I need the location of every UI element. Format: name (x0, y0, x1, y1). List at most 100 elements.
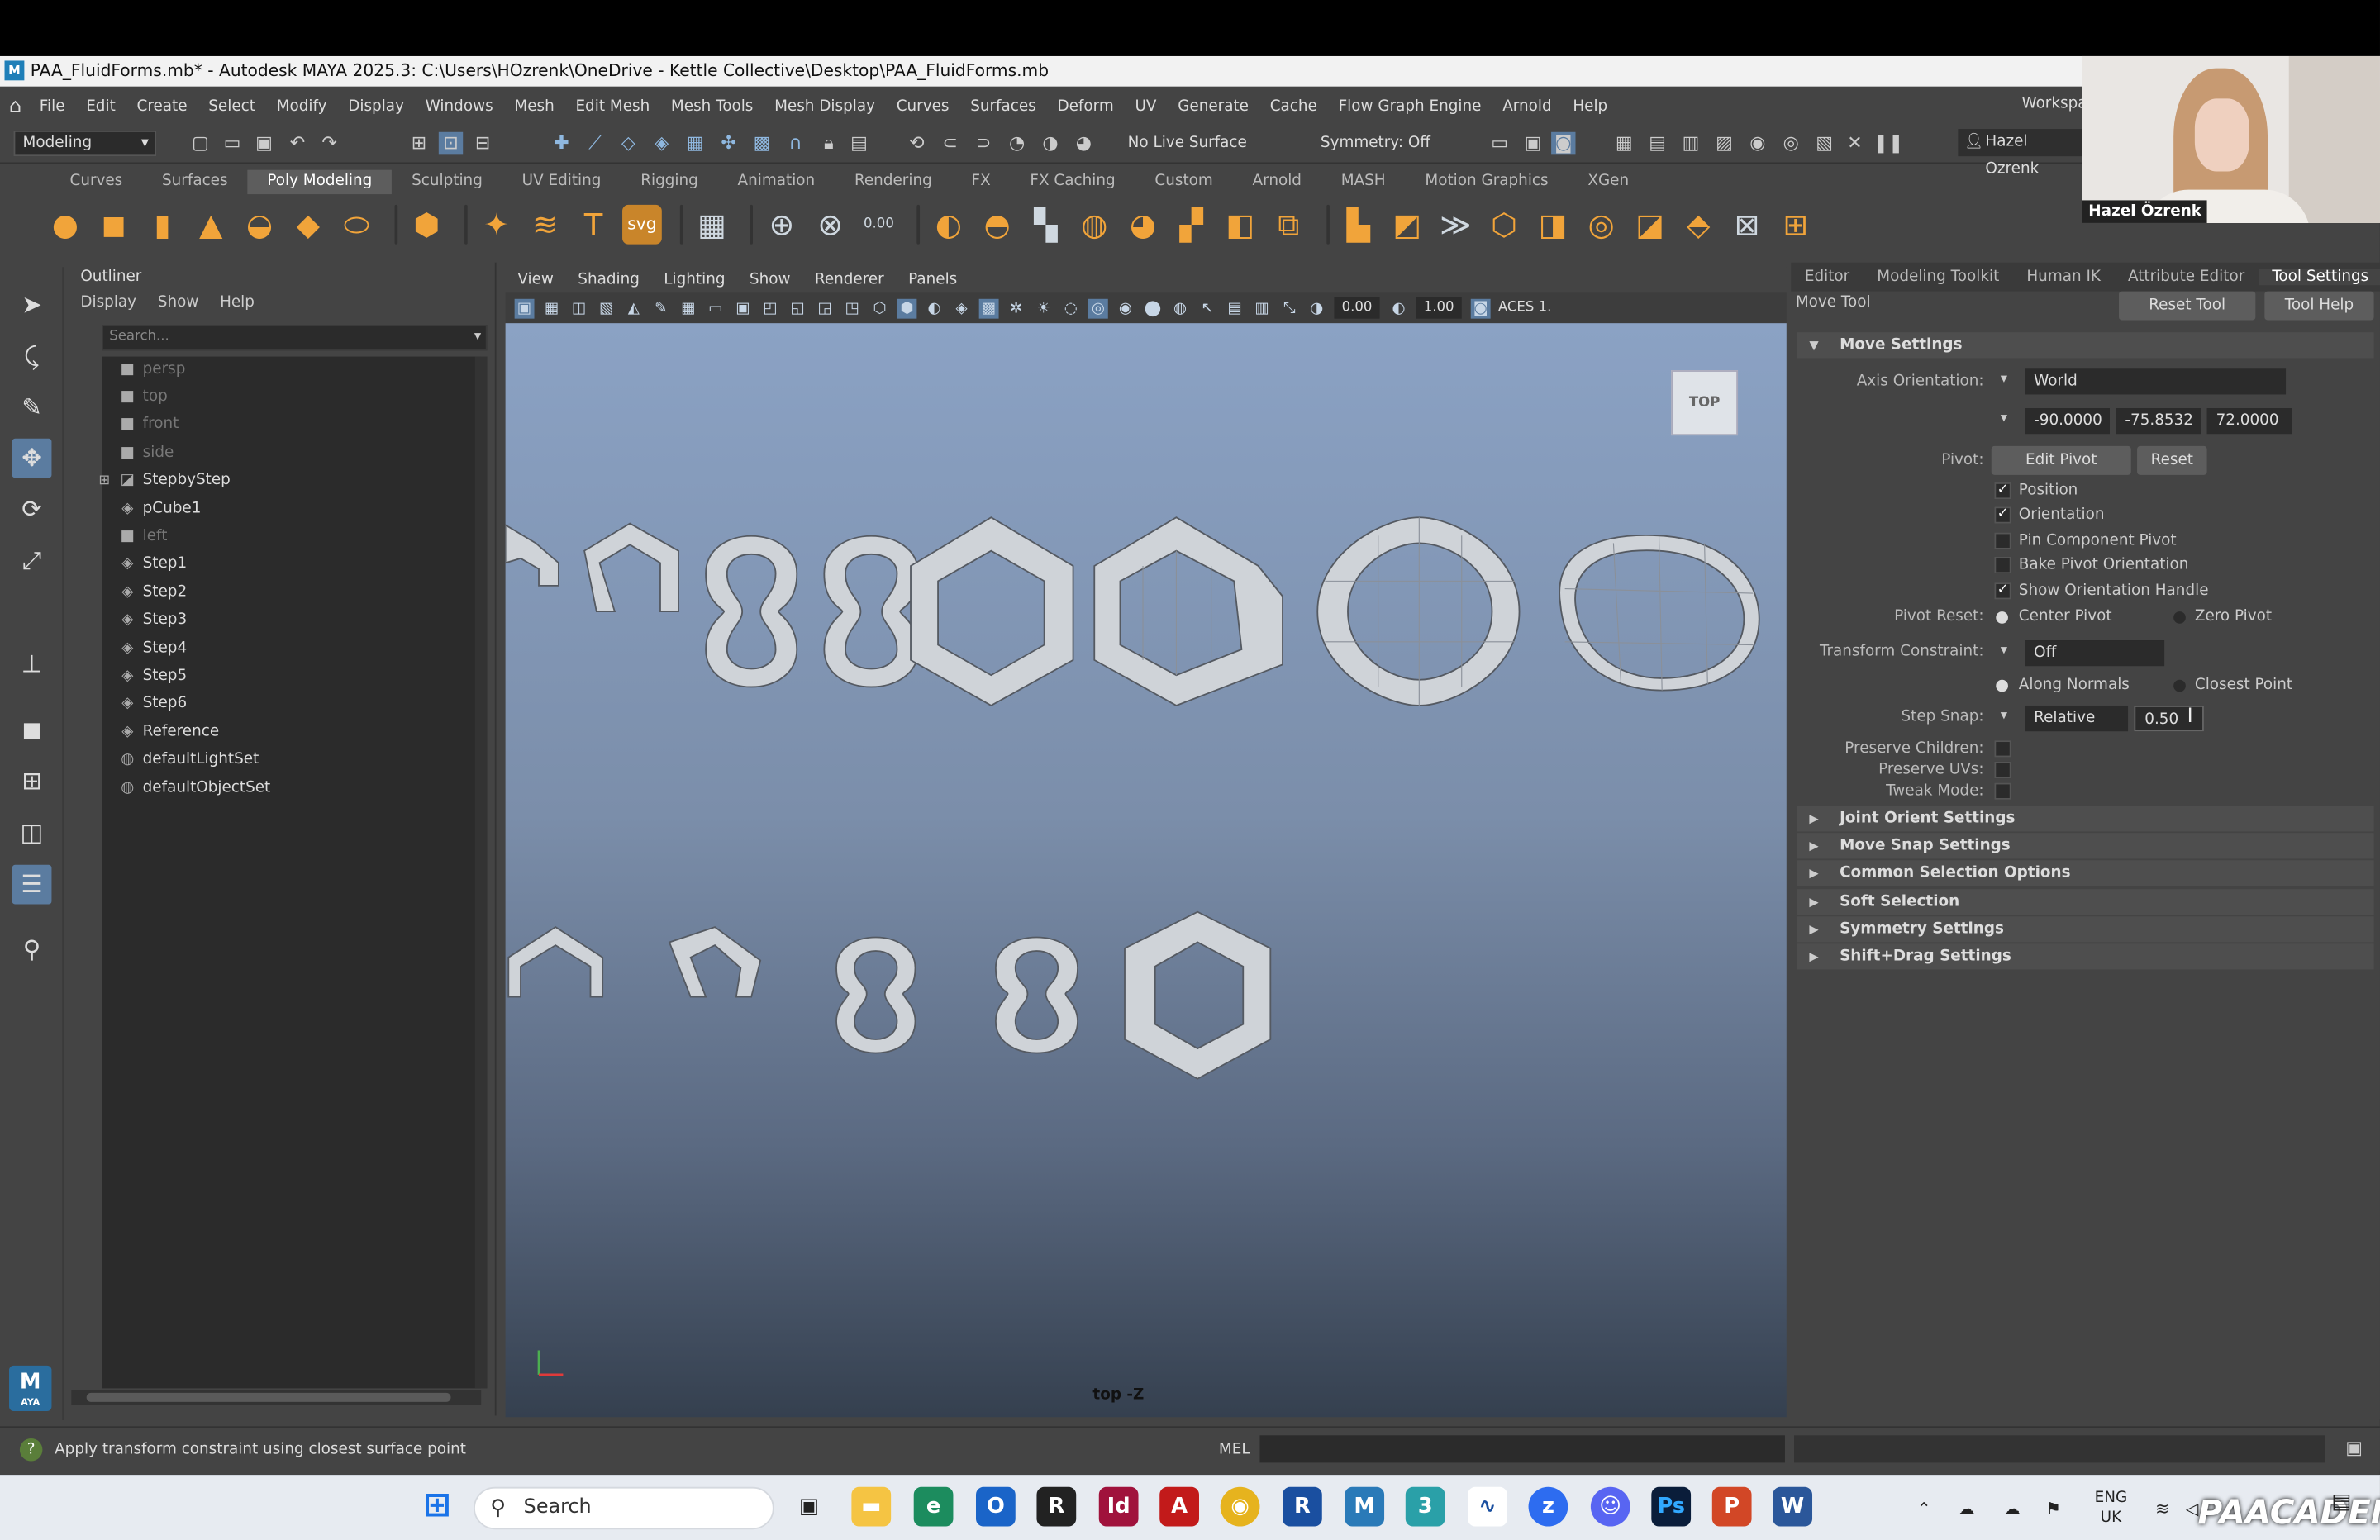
snap-surface-icon[interactable]: ▦ (683, 132, 707, 155)
menu-file[interactable]: File (40, 97, 65, 114)
command-input[interactable] (1259, 1435, 1785, 1463)
chevron-down-icon[interactable]: ▾ (2001, 411, 2007, 426)
arnold-view-icon[interactable]: ▨ (1712, 132, 1736, 155)
open-scene-icon[interactable]: ▭ (220, 132, 244, 155)
gamma-toggle-icon[interactable]: ◐ (1389, 298, 1409, 318)
textured-icon[interactable]: ▩ (978, 297, 999, 318)
redo-icon[interactable]: ↷ (317, 132, 341, 155)
view-cube[interactable]: TOP (1671, 370, 1739, 436)
move-tool-icon[interactable]: ✥ (12, 438, 52, 478)
along-normals-radio[interactable] (1996, 679, 2008, 692)
symmetry-label[interactable]: Symmetry: Off (1321, 135, 1430, 151)
task-view-icon[interactable]: ▣ (789, 1487, 829, 1527)
outliner-item-left[interactable]: ■ left (117, 524, 168, 551)
center-pivot-radio[interactable] (1996, 611, 2008, 624)
outliner-menu-display[interactable]: Display (80, 294, 136, 311)
menu-edit-mesh[interactable]: Edit Mesh (575, 97, 650, 114)
shelf-tab-xgen[interactable]: XGen (1568, 170, 1649, 194)
shelf-tab-rendering[interactable]: Rendering (835, 170, 952, 194)
menu-select[interactable]: Select (208, 97, 255, 114)
step-snap-select[interactable]: Relative (2025, 705, 2129, 732)
rotate-tool-icon[interactable]: ⟳ (12, 490, 52, 530)
outliner-item-step5[interactable]: ◈ Step5 (117, 663, 187, 691)
outliner-menu-help[interactable]: Help (220, 294, 255, 311)
outliner-menu-show[interactable]: Show (158, 294, 199, 311)
lasso-tool-icon[interactable]: ⤹ (12, 337, 52, 377)
four-pane-icon[interactable]: ⊞ (12, 762, 52, 801)
script-editor-icon[interactable]: ▣ (2342, 1437, 2366, 1461)
poly-helix-icon[interactable]: ≋ (525, 205, 564, 245)
reduce-icon[interactable]: ▞ (1172, 205, 1211, 245)
viewport-menu-panels[interactable]: Panels (908, 272, 957, 288)
xray-icon[interactable]: ◉ (1116, 298, 1135, 318)
poly-sphere-icon[interactable]: ● (45, 205, 85, 245)
ipr-icon[interactable]: ◙ (1551, 131, 1576, 155)
windows-start-icon[interactable]: ⊞ (417, 1487, 457, 1527)
outliner-horizontal-scrollbar[interactable] (71, 1390, 482, 1405)
undo-icon[interactable]: ↶ (285, 132, 309, 155)
pin-component-pivot-checkbox[interactable] (1994, 532, 2011, 549)
menu-mesh-display[interactable]: Mesh Display (774, 97, 875, 114)
menu-cache[interactable]: Cache (1270, 97, 1317, 114)
rhino-icon[interactable]: R (1036, 1486, 1077, 1527)
hud-icon[interactable]: ▥ (1252, 298, 1272, 318)
shelf-tab-motion-graphics[interactable]: Motion Graphics (1405, 170, 1568, 194)
film-gate-icon[interactable]: ▭ (706, 298, 726, 318)
tray-network-icon[interactable]: ⚑ (2046, 1499, 2061, 1519)
chevron-down-icon[interactable]: ▾ (2001, 709, 2007, 724)
gate-mask-icon[interactable]: ◰ (760, 298, 780, 318)
language-indicator[interactable]: ENG UK (2095, 1489, 2128, 1528)
magnet-5-icon[interactable]: ◕ (1072, 132, 1096, 155)
ui-icon[interactable]: ▤ (1225, 298, 1245, 318)
lasso-icon[interactable]: ⟲ (905, 132, 929, 155)
bevel-icon[interactable]: ◩ (1388, 205, 1427, 245)
outliner-item-step6[interactable]: ◈ Step6 (117, 691, 187, 718)
viewport-menu-view[interactable]: View (517, 272, 554, 288)
taskbar-search[interactable]: ⚲ Search (474, 1486, 774, 1530)
gamma-field[interactable]: 1.00 (1416, 297, 1462, 319)
tab-editor[interactable]: Editor (1791, 269, 1863, 285)
grease-pencil-icon[interactable]: ✎ (651, 298, 671, 318)
menu-generate[interactable]: Generate (1178, 97, 1249, 114)
menu-modify[interactable]: Modify (277, 97, 327, 114)
magnet-3-icon[interactable]: ◔ (1005, 132, 1029, 155)
ambient-occlusion-icon[interactable]: ◌ (1061, 298, 1081, 318)
select-tool-icon[interactable]: ➤ (12, 285, 52, 325)
magnet-2-icon[interactable]: ⊃ (971, 132, 995, 155)
separate-icon[interactable]: ◓ (978, 205, 1017, 245)
outlook-icon[interactable]: O (975, 1486, 1016, 1527)
tool-help-button[interactable]: Tool Help (2264, 291, 2374, 321)
render-settings-icon[interactable]: ▦ (1612, 132, 1636, 155)
maya-taskbar-icon[interactable]: M (1345, 1486, 1385, 1527)
wireframe-on-shaded-icon[interactable]: ◈ (952, 298, 972, 318)
section-soft-selection[interactable]: ▶ Soft Selection (1797, 889, 2374, 915)
render-view-icon[interactable]: ▣ (1521, 132, 1545, 155)
notification-icon[interactable]: ▤ (2331, 1490, 2351, 1514)
section-symmetry-settings[interactable]: ▶ Symmetry Settings (1797, 916, 2374, 943)
snap-bounding-icon[interactable]: ▩ (750, 132, 774, 155)
viewport-3d[interactable] (505, 323, 1787, 1418)
position-checkbox[interactable]: ✓ (1994, 482, 2011, 500)
default-material-icon[interactable]: ◐ (925, 298, 945, 318)
boolean-icon[interactable]: ◍ (1074, 205, 1114, 245)
volume-icon[interactable]: ◁ (2186, 1499, 2199, 1519)
outliner-item-step2[interactable]: ◈ Step2 (117, 580, 187, 607)
preserve-uvs-checkbox[interactable] (1994, 761, 2011, 779)
save-scene-icon[interactable]: ▣ (252, 132, 276, 155)
snap-grid-icon[interactable]: ✚ (550, 132, 574, 155)
snap-magnet-icon[interactable]: ∩ (783, 132, 807, 155)
file-explorer-icon[interactable]: ▬ (851, 1486, 892, 1527)
safe-title-icon[interactable]: ◳ (842, 298, 862, 318)
edge-loop-icon[interactable]: ⊠ (1727, 205, 1767, 245)
viewport-menu-lighting[interactable]: Lighting (664, 272, 725, 288)
tab-tool-settings[interactable]: Tool Settings (2258, 269, 2380, 286)
chevron-down-icon[interactable]: ▾ (2001, 372, 2007, 387)
indesign-icon[interactable]: Id (1098, 1486, 1139, 1527)
photoshop-icon[interactable]: Ps (1651, 1486, 1692, 1527)
rotation-z-field[interactable]: 72.0000 (2206, 408, 2292, 435)
menu-set-selector[interactable]: Modeling ▾ (13, 130, 157, 157)
menu-flow-graph-engine[interactable]: Flow Graph Engine (1339, 97, 1482, 114)
poly-torus-icon[interactable]: ◒ (240, 205, 279, 245)
isolate-select-icon[interactable]: ◎ (1088, 297, 1108, 318)
shelf-tab-surfaces[interactable]: Surfaces (142, 170, 247, 194)
